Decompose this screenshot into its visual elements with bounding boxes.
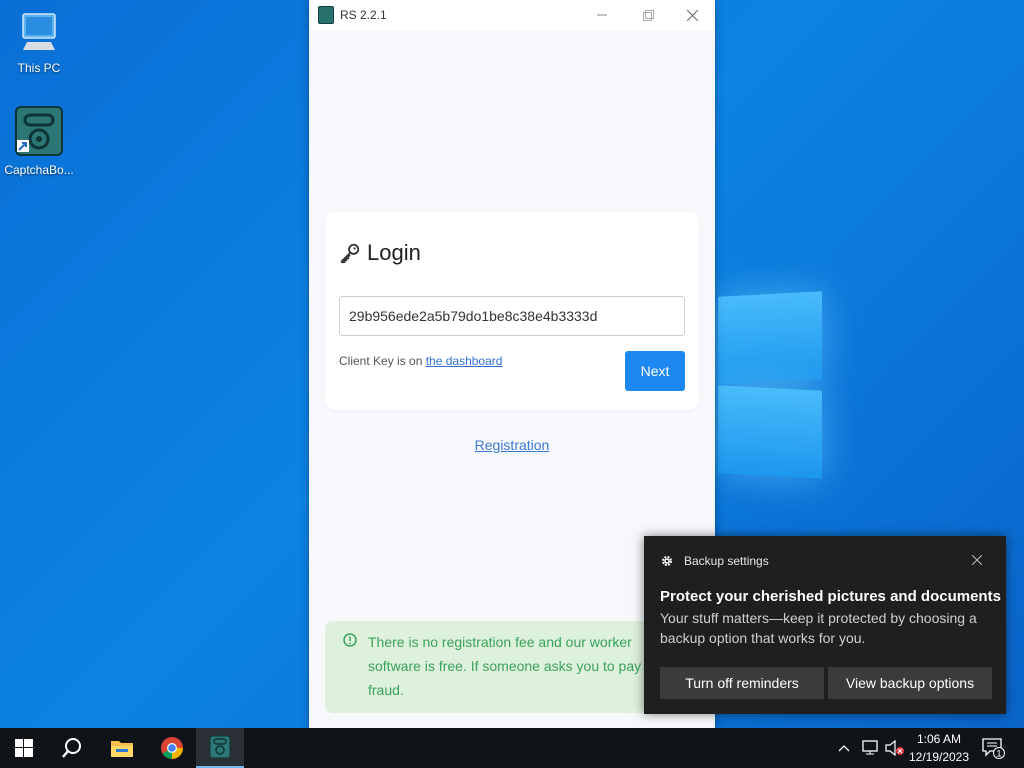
turn-off-reminders-button[interactable]: Turn off reminders [660, 667, 824, 699]
toast-title: Protect your cherished pictures and docu… [660, 588, 1001, 605]
title-bar[interactable]: RS 2.2.1 [309, 0, 715, 30]
notification-icon: 1 [982, 738, 1005, 759]
network-icon [862, 740, 878, 755]
gear-icon [662, 556, 672, 566]
clock-time: 1:06 AM [916, 732, 962, 746]
client-key-hint: Client Key is on the dashboard [339, 354, 502, 368]
captchabot-app-icon [209, 735, 231, 759]
client-key-input[interactable] [339, 296, 685, 336]
computer-icon [1, 10, 77, 57]
view-backup-options-button[interactable]: View backup options [828, 667, 992, 699]
desktop-icon-this-pc[interactable]: This PC [1, 10, 77, 75]
windows-start-icon [15, 739, 33, 757]
network-button[interactable] [862, 728, 880, 768]
notice-text: There is no registration fee and our wor… [368, 634, 653, 698]
dashboard-link[interactable]: the dashboard [426, 354, 503, 368]
windows-wallpaper-logo [718, 288, 822, 480]
chevron-up-icon [838, 745, 850, 752]
minimize-button[interactable] [579, 0, 625, 30]
info-icon [343, 633, 357, 647]
toast-header-text: Backup settings [684, 554, 769, 568]
close-button[interactable] [669, 0, 715, 30]
desktop-icon-label: CaptchaBo... [4, 163, 74, 177]
next-button[interactable]: Next [625, 351, 685, 391]
taskbar-captchabot[interactable] [196, 728, 244, 768]
restore-icon [642, 9, 654, 21]
toast-header: Backup settings [660, 554, 769, 568]
desktop-icon-label: This PC [17, 61, 61, 75]
taskbar-file-explorer[interactable] [98, 728, 146, 768]
toast-close-button[interactable] [971, 552, 983, 568]
toast-body: Your stuff matters—keep it protected by … [660, 610, 977, 646]
window-title: RS 2.2.1 [340, 8, 387, 22]
free-software-notice: There is no registration fee and our wor… [325, 621, 699, 713]
action-center-button[interactable]: 1 [982, 728, 1006, 768]
start-button[interactable] [0, 728, 48, 768]
search-button[interactable] [48, 728, 96, 768]
search-icon [62, 738, 81, 758]
close-icon [686, 9, 698, 21]
taskbar: 1:06 AM 12/19/2023 1 [0, 728, 1024, 768]
volume-button[interactable] [885, 728, 905, 768]
key-icon [340, 243, 360, 264]
hint-text: Client Key is on [339, 354, 426, 368]
clock-date: 12/19/2023 [908, 750, 970, 764]
notification-count: 1 [996, 749, 1001, 759]
desktop-icon-captchabot[interactable]: CaptchaBo... [1, 106, 77, 177]
login-heading-text: Login [367, 240, 421, 265]
login-card: Login Client Key is on the dashboard Nex… [325, 212, 699, 410]
minimize-icon [597, 14, 607, 16]
login-heading: Login [339, 240, 421, 266]
show-hidden-icons-button[interactable] [838, 728, 850, 768]
chrome-icon [161, 737, 183, 759]
maximize-button[interactable] [625, 0, 671, 30]
system-clock[interactable]: 1:06 AM 12/19/2023 [906, 730, 972, 766]
taskbar-chrome[interactable] [148, 728, 196, 768]
volume-muted-icon [885, 740, 904, 756]
captchabot-app-icon [1, 106, 77, 159]
backup-toast: Backup settings Protect your cherished p… [644, 536, 1006, 714]
close-icon [971, 554, 983, 566]
registration-link[interactable]: Registration [309, 437, 715, 453]
folder-icon [111, 741, 133, 757]
app-icon [318, 6, 334, 24]
